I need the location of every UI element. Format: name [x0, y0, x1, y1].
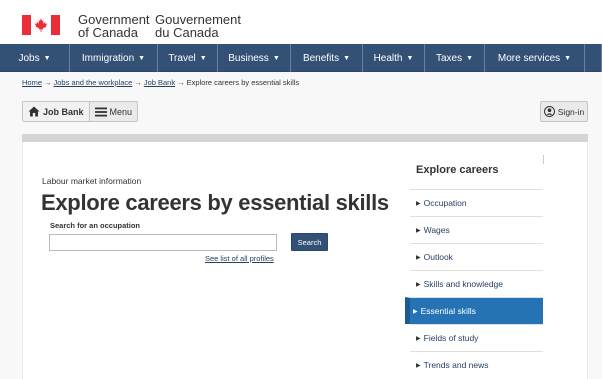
canada-flag-icon[interactable] — [22, 15, 60, 35]
sidebar-item-fields-of-study[interactable]: ▶ Fields of study — [410, 324, 543, 351]
sidebar-title: Explore careers — [416, 164, 499, 176]
search-button[interactable]: Search — [291, 233, 328, 251]
chevron-down-icon: ▼ — [272, 54, 280, 62]
caret-right-icon: ▶ — [416, 200, 421, 207]
arrow-right-icon: → — [134, 78, 142, 87]
page-kicker: Labour market information — [42, 176, 142, 186]
nav-immigration[interactable]: Immigration ▼ — [70, 44, 158, 72]
search-label: Search for an occupation — [50, 221, 141, 230]
chevron-down-icon: ▼ — [43, 54, 51, 62]
sidebar-nav: ▶ Occupation ▶ Wages ▶ Outlook ▶ Skills and … — [405, 189, 543, 378]
chevron-down-icon: ▼ — [199, 54, 207, 62]
see-all-profiles-link[interactable]: See list of all profiles — [205, 254, 274, 263]
nav-jobs[interactable]: Jobs ▼ — [0, 44, 70, 72]
nav-taxes[interactable]: Taxes ▼ — [425, 44, 485, 72]
arrow-right-icon: → — [44, 78, 52, 87]
government-header: Government of Canada Gouvernement du Can… — [0, 0, 602, 44]
nav-travel[interactable]: Travel ▼ — [158, 44, 218, 72]
sign-in-button[interactable]: Sign-in — [540, 101, 588, 122]
sidebar-item-occupation[interactable]: ▶ Occupation — [410, 189, 543, 216]
chevron-down-icon: ▼ — [138, 54, 146, 62]
caret-right-icon: ▶ — [416, 362, 421, 369]
caret-right-icon: ▶ — [416, 227, 421, 234]
caret-right-icon: ▶ — [416, 254, 421, 261]
sidebar-divider — [543, 155, 544, 164]
breadcrumb-jobs-workplace[interactable]: Jobs and the workplace — [54, 78, 133, 87]
caret-right-icon: ▶ — [416, 335, 421, 342]
maple-leaf-icon — [34, 18, 48, 32]
sidebar-item-skills-knowledge[interactable]: ▶ Skills and knowledge — [410, 270, 543, 297]
sidebar-item-trends-news[interactable]: ▶ Trends and news — [410, 351, 543, 378]
gouvernement-du-canada-wordmark[interactable]: Gouvernement du Canada — [155, 13, 241, 39]
breadcrumb-home[interactable]: Home — [22, 78, 42, 87]
jobbank-home-button[interactable]: Job Bank — [23, 102, 90, 121]
nav-benefits[interactable]: Benefits ▼ — [291, 44, 363, 72]
occupation-search-input[interactable] — [49, 234, 277, 251]
page-title: Explore careers by essential skills — [41, 190, 389, 215]
jobbank-menu-button[interactable]: Menu — [90, 102, 138, 121]
user-circle-icon — [543, 106, 555, 117]
arrow-right-icon: → — [177, 78, 185, 87]
caret-right-icon: ▶ — [416, 281, 421, 288]
chevron-down-icon: ▼ — [564, 54, 572, 62]
nav-health[interactable]: Health ▼ — [363, 44, 425, 72]
main-nav: Jobs ▼ Immigration ▼ Travel ▼ Business ▼ Ben… — [0, 44, 602, 72]
sidebar-item-wages[interactable]: ▶ Wages — [410, 216, 543, 243]
nav-spacer — [585, 44, 602, 72]
panel-header-bar — [22, 134, 588, 142]
chevron-down-icon: ▼ — [406, 54, 414, 62]
chevron-down-icon: ▼ — [466, 54, 474, 62]
home-icon — [28, 106, 40, 117]
caret-right-icon: ▶ — [413, 308, 418, 315]
government-of-canada-wordmark[interactable]: Government of Canada — [78, 13, 150, 39]
sidebar-item-outlook[interactable]: ▶ Outlook — [410, 243, 543, 270]
jobbank-toolbar: Job Bank Menu — [22, 101, 139, 122]
breadcrumb: Home → Jobs and the workplace → Job Bank → Exp… — [22, 78, 299, 87]
breadcrumb-job-bank[interactable]: Job Bank — [144, 78, 175, 87]
hamburger-icon — [94, 107, 107, 116]
chevron-down-icon: ▼ — [343, 54, 351, 62]
nav-more-services[interactable]: More services ▼ — [485, 44, 585, 72]
sidebar-item-essential-skills[interactable]: ▶ Essential skills — [405, 297, 543, 324]
nav-business[interactable]: Business ▼ — [218, 44, 291, 72]
breadcrumb-current: Explore careers by essential skills — [186, 78, 300, 87]
